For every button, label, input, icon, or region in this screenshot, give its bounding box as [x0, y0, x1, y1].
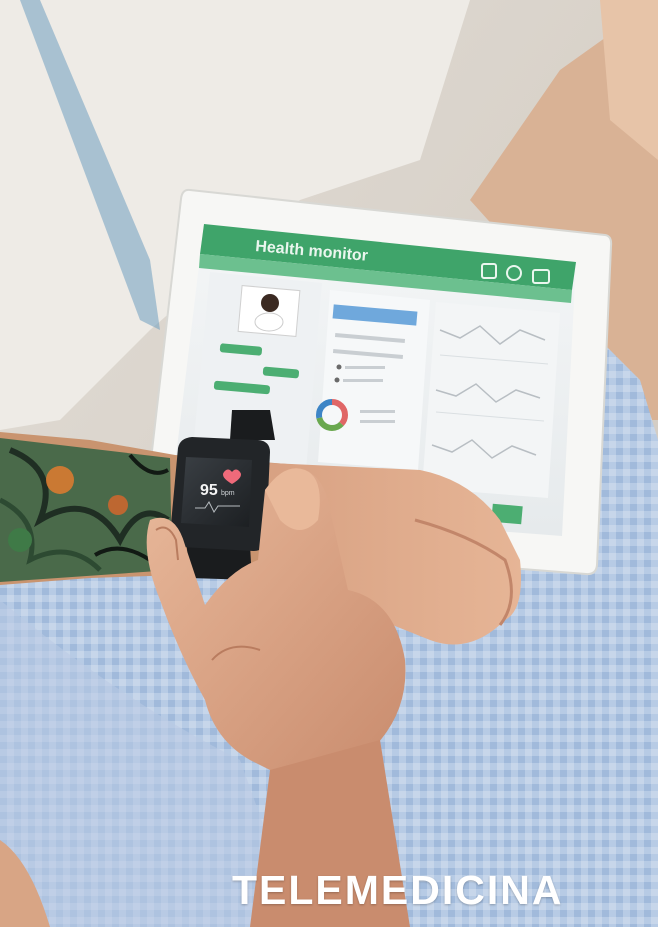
heart-rate-value: 95 — [200, 482, 218, 499]
telemedicine-caption: TELEMEDICINA — [232, 867, 564, 913]
telemedicine-photo: Health monitor 95 bpm — [0, 0, 658, 927]
heart-rate-unit: bpm — [221, 490, 235, 497]
photo-stage: Health monitor 95 bpm TELEMEDICINA — [0, 0, 658, 927]
